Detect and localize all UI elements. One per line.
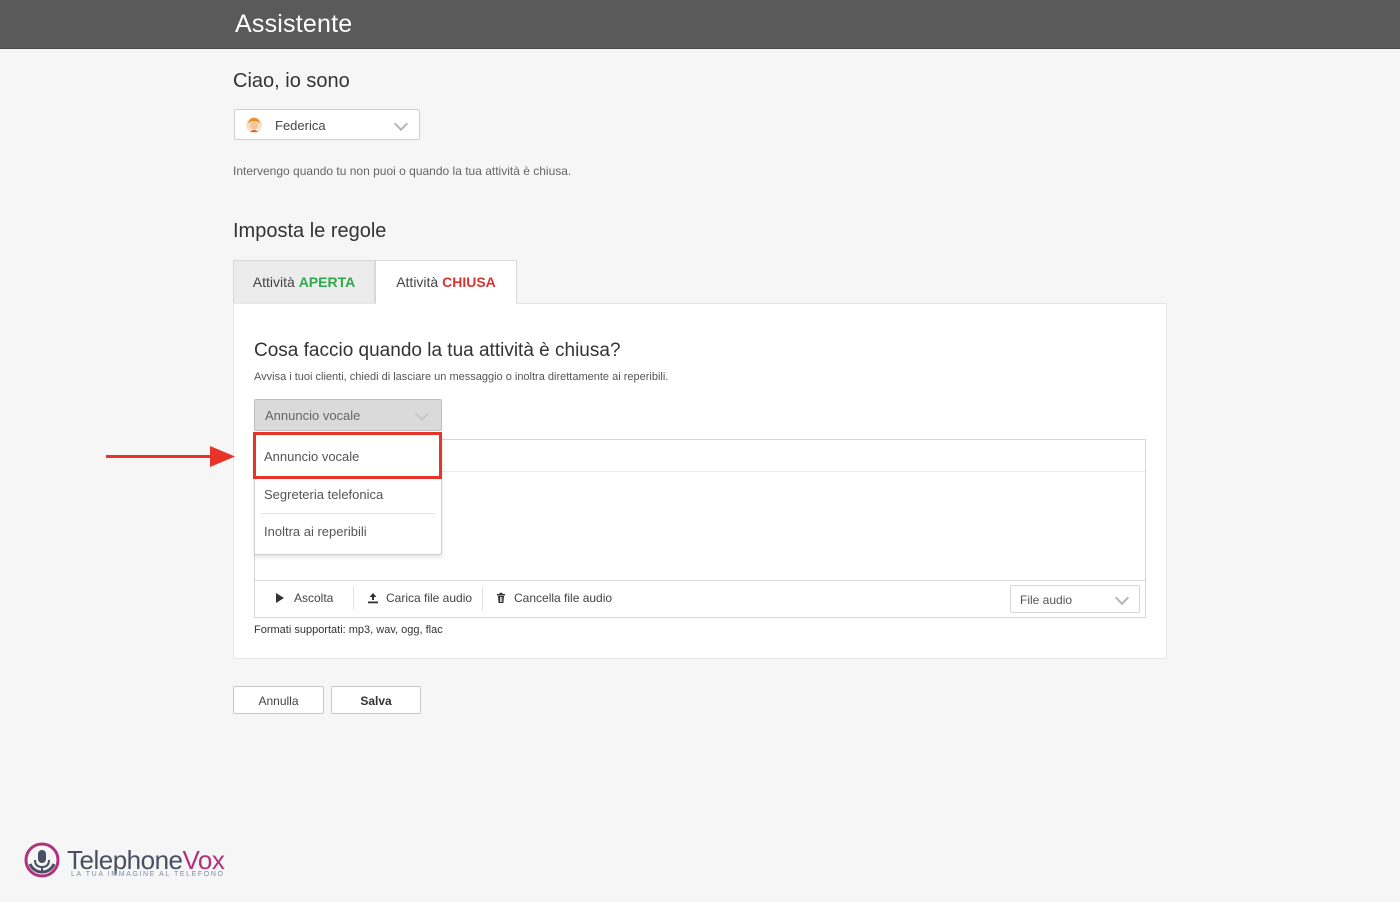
toolbar-separator (353, 586, 354, 610)
tab-prefix: Attività (252, 274, 295, 290)
page-title: Assistente (235, 10, 353, 38)
option-forward-on-call[interactable]: Inoltra ai reperibili (264, 524, 367, 539)
play-icon (276, 593, 284, 603)
panel-title: Cosa faccio quando la tua attività è chi… (254, 340, 621, 361)
action-select[interactable]: Annuncio vocale (254, 399, 442, 431)
assistant-description: Intervengo quando tu non puoi o quando l… (233, 164, 572, 178)
chevron-down-icon (393, 116, 409, 132)
telephonevox-logo: TelephoneVox LA TUA IMMAGINE AL TELEFONO (24, 842, 225, 882)
tab-activity-closed[interactable]: Attività CHIUSA (375, 260, 517, 304)
arrow-right-icon (106, 446, 235, 467)
delete-audio-button[interactable]: Cancella file audio (495, 591, 612, 605)
annotation-highlight-box (253, 432, 442, 479)
assistant-select[interactable]: Federica (234, 109, 420, 140)
audio-toolbar: Ascolta Carica file audio Cancella file … (255, 580, 1145, 617)
panel-subtitle: Avvisa i tuoi clienti, chiedi di lasciar… (254, 371, 669, 383)
save-button[interactable]: Salva (331, 686, 421, 714)
logo-tagline: LA TUA IMMAGINE AL TELEFONO (71, 871, 225, 878)
dropdown-separator (261, 513, 435, 514)
chevron-down-icon (1114, 590, 1130, 606)
cancel-button[interactable]: Annulla (233, 686, 324, 714)
tab-prefix: Attività (396, 274, 439, 290)
trash-icon (497, 592, 505, 603)
assistant-name: Federica (275, 118, 326, 133)
tab-status-open: APERTA (298, 274, 356, 290)
toolbar-separator (482, 586, 483, 610)
listen-label: Ascolta (294, 591, 334, 605)
tab-status-closed: CHIUSA (442, 274, 496, 290)
avatar (246, 117, 262, 133)
chevron-down-icon (414, 406, 430, 422)
app-header: Assistente (0, 0, 1400, 49)
tab-activity-open[interactable]: Attività APERTA (233, 260, 375, 303)
upload-icon (368, 593, 378, 604)
logo-mark (24, 842, 60, 878)
audio-file-select[interactable]: File audio (1010, 585, 1140, 613)
audio-file-select-value: File audio (1020, 593, 1073, 607)
rules-title: Imposta le regole (233, 220, 387, 242)
delete-label: Cancella file audio (514, 591, 613, 605)
supported-formats: Formati supportati: mp3, wav, ogg, flac (254, 624, 443, 636)
upload-label: Carica file audio (386, 591, 473, 605)
option-voicemail[interactable]: Segreteria telefonica (264, 487, 383, 502)
upload-audio-button[interactable]: Carica file audio (367, 591, 472, 605)
action-select-value: Annuncio vocale (265, 408, 361, 423)
listen-button[interactable]: Ascolta (276, 591, 333, 605)
assistant-greeting: Ciao, io sono (233, 70, 350, 92)
